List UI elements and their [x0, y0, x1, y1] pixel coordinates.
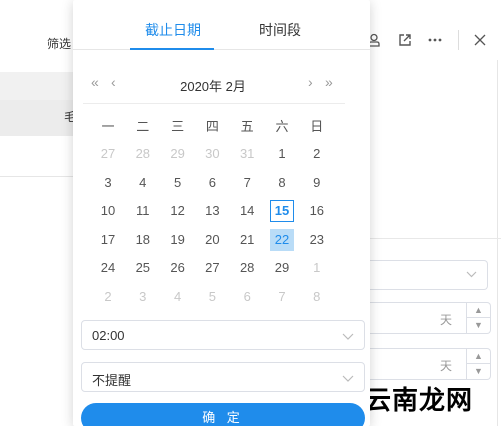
divider: [370, 238, 501, 239]
day-cell-today[interactable]: 15: [270, 200, 294, 223]
close-icon[interactable]: [470, 30, 490, 50]
day-cell[interactable]: 7: [270, 286, 294, 308]
day-cell[interactable]: 2: [96, 286, 120, 308]
days-stepper[interactable]: 天 ▲ ▼: [370, 348, 491, 380]
chevron-down-icon: [342, 329, 354, 341]
day-cell[interactable]: 10: [96, 200, 120, 222]
day-cell[interactable]: 5: [166, 172, 190, 194]
divider: [0, 176, 79, 177]
divider: [458, 30, 459, 50]
day-cell[interactable]: 6: [200, 172, 224, 194]
divider: [497, 60, 498, 426]
confirm-button[interactable]: 确 定: [81, 403, 365, 426]
day-cell[interactable]: 1: [305, 257, 329, 279]
divider: [83, 103, 345, 104]
day-cell[interactable]: 3: [96, 172, 120, 194]
next-month-icon[interactable]: ›: [308, 74, 313, 90]
day-cell[interactable]: 29: [166, 143, 190, 165]
header-icons: [470, 30, 490, 50]
day-cell[interactable]: 9: [305, 172, 329, 194]
stepper-unit: 天: [439, 313, 452, 327]
day-cell[interactable]: 4: [131, 172, 155, 194]
date-picker-popup: 截止日期 时间段 « ‹ 2020年 2月 › » 一二三四五六日 27 28 29…: [73, 0, 370, 426]
day-cell[interactable]: 24: [96, 257, 120, 279]
day-cell[interactable]: 28: [131, 143, 155, 165]
day-cell[interactable]: 28: [235, 257, 259, 279]
weekday-label: 五: [240, 119, 254, 134]
days-stepper[interactable]: 天 ▲ ▼: [370, 302, 491, 334]
day-cell[interactable]: 5: [200, 286, 224, 308]
reminder-select[interactable]: 不提醒: [81, 362, 365, 392]
weekday-label: 日: [310, 119, 324, 134]
day-cell[interactable]: 3: [131, 286, 155, 308]
external-link-icon[interactable]: [395, 30, 415, 50]
stepper-up-icon[interactable]: ▲: [467, 349, 490, 364]
day-cell[interactable]: 12: [166, 200, 190, 222]
time-value: 02:00: [92, 328, 125, 343]
picker-tabs: 截止日期 时间段: [73, 0, 370, 50]
day-cell[interactable]: 20: [200, 229, 224, 251]
day-cell[interactable]: 25: [131, 257, 155, 279]
header-icons: [425, 30, 445, 50]
stepper-down-icon[interactable]: ▼: [467, 318, 490, 333]
day-cell[interactable]: 23: [305, 229, 329, 251]
day-cell[interactable]: 13: [200, 200, 224, 222]
stepper-down-icon[interactable]: ▼: [467, 364, 490, 379]
table-header-bar: [0, 72, 79, 100]
day-cell[interactable]: 26: [166, 257, 190, 279]
weekday-label: 三: [171, 119, 185, 134]
day-cell[interactable]: 21: [235, 229, 259, 251]
day-cell[interactable]: 17: [96, 229, 120, 251]
day-cell[interactable]: 16: [305, 200, 329, 222]
day-cell[interactable]: 4: [166, 286, 190, 308]
tab-deadline-date[interactable]: 截止日期: [145, 20, 201, 40]
calendar-header: « ‹ 2020年 2月 › »: [73, 70, 370, 100]
time-select[interactable]: 02:00: [81, 320, 365, 350]
day-cell[interactable]: 7: [235, 172, 259, 194]
next-year-icon[interactable]: »: [325, 74, 333, 90]
tab-active-indicator: [130, 48, 214, 50]
day-cell[interactable]: 30: [200, 143, 224, 165]
day-cell[interactable]: 19: [166, 229, 190, 251]
watermark-logo: 云南龙网: [365, 385, 474, 415]
background-select[interactable]: [370, 260, 488, 290]
chevron-down-icon: [342, 371, 354, 383]
more-icon[interactable]: [425, 30, 445, 50]
day-cell[interactable]: 14: [235, 200, 259, 222]
weekday-label: 一: [101, 119, 115, 134]
day-cell[interactable]: 11: [131, 200, 155, 222]
day-cell[interactable]: 8: [270, 172, 294, 194]
tab-time-range[interactable]: 时间段: [259, 20, 301, 40]
header-icons: [395, 30, 415, 50]
weekday-label: 六: [275, 119, 289, 134]
day-cell[interactable]: 31: [235, 143, 259, 165]
chevron-down-icon: [466, 269, 477, 283]
day-cell[interactable]: 6: [235, 286, 259, 308]
weekday-label: 二: [136, 119, 150, 134]
day-cell[interactable]: 1: [270, 143, 294, 165]
day-cell[interactable]: 27: [200, 257, 224, 279]
day-cell[interactable]: 29: [270, 257, 294, 279]
day-cell[interactable]: 18: [131, 229, 155, 251]
day-cell[interactable]: 2: [305, 143, 329, 165]
day-cell[interactable]: 27: [96, 143, 120, 165]
stepper-up-icon[interactable]: ▲: [467, 303, 490, 318]
reminder-value: 不提醒: [92, 373, 132, 388]
weekday-label: 四: [205, 119, 219, 134]
day-cell-selected[interactable]: 22: [270, 228, 294, 251]
day-cell[interactable]: 8: [305, 286, 329, 308]
stepper-unit: 天: [439, 359, 452, 373]
